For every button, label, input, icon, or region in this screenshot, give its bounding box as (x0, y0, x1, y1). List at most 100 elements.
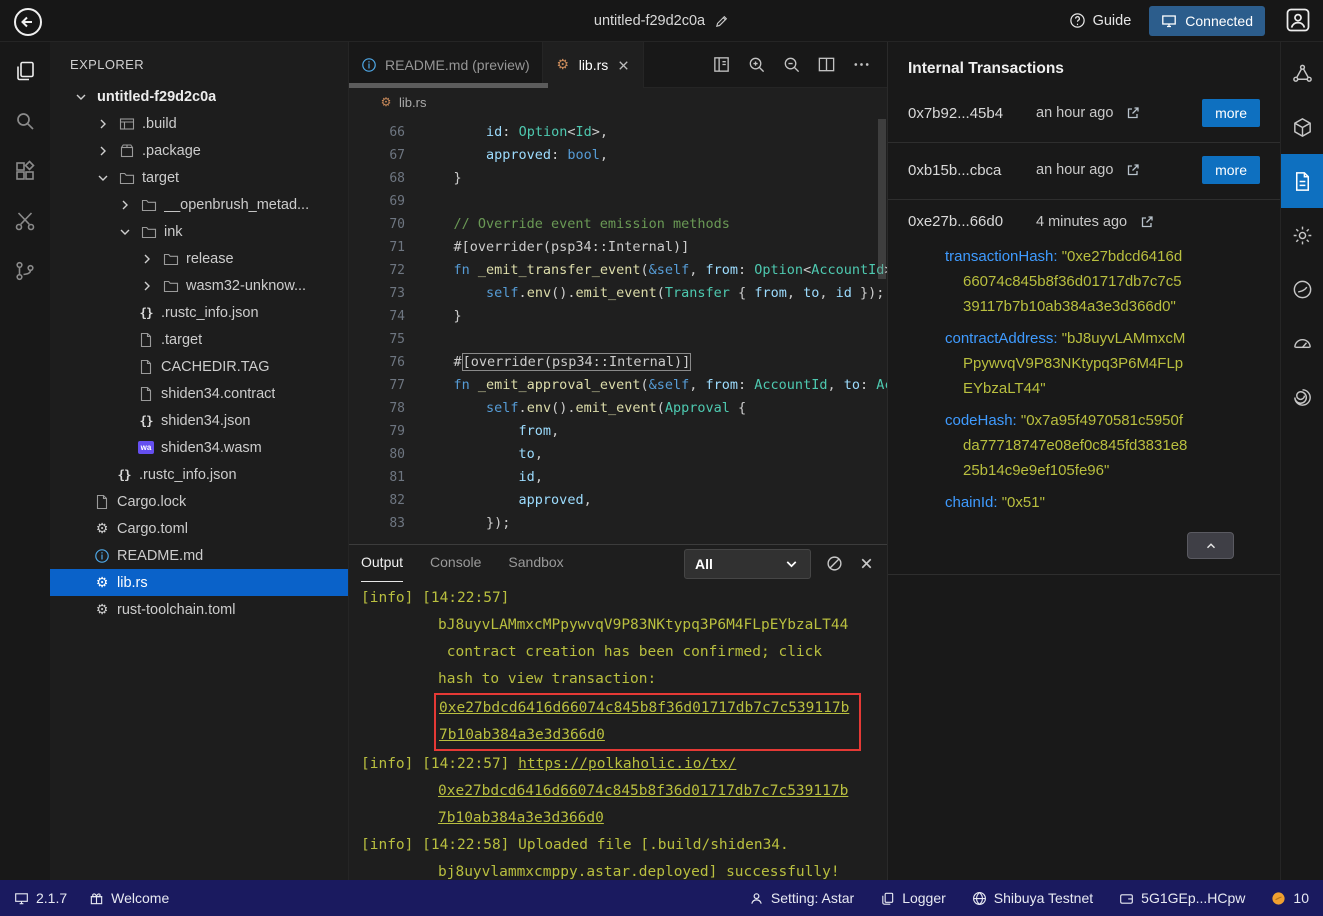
tree-item-.target[interactable]: .target (50, 326, 348, 353)
activity-settings[interactable] (1281, 208, 1323, 262)
code-line-69[interactable]: 69 (349, 190, 887, 213)
status-network[interactable]: Shibuya Testnet (972, 890, 1093, 906)
tree-item-target[interactable]: target (50, 164, 348, 191)
tree-item-.package[interactable]: .package (50, 137, 348, 164)
tree-item-rust-toolchain.toml[interactable]: ⚙rust-toolchain.toml (50, 596, 348, 623)
code-editor[interactable]: 66 id: Option<Id>,67 approved: bool,68 }… (349, 116, 887, 544)
tree-item--openbrush-metad...[interactable]: __openbrush_metad... (50, 191, 348, 218)
tree-item-.build[interactable]: .build (50, 110, 348, 137)
tree-item-shiden34.json[interactable]: {}shiden34.json (50, 407, 348, 434)
tree-item-README.md[interactable]: README.md (50, 542, 348, 569)
log-link[interactable]: 0xe27bdcd6416d66074c845b8f36d01717db7c7c… (439, 700, 849, 716)
panel-controls: All (684, 549, 875, 579)
tab-bar-scrollbar[interactable] (349, 83, 548, 88)
tree-item-Cargo.lock[interactable]: Cargo.lock (50, 488, 348, 515)
more-button[interactable]: more (1202, 156, 1260, 184)
code-line-74[interactable]: 74 } (349, 305, 887, 328)
transaction-hash[interactable]: 0xe27b...66d0 (908, 213, 1026, 230)
breadcrumb[interactable]: ⚙ lib.rs (349, 88, 887, 116)
log-link[interactable]: https://polkaholic.io/tx/ (518, 756, 736, 772)
code-line-72[interactable]: 72 fn _emit_transfer_event(&self, from: … (349, 259, 887, 282)
status-balance[interactable]: 10 (1271, 890, 1309, 906)
more-actions-icon[interactable] (852, 55, 871, 74)
tree-item-CACHEDIR.TAG[interactable]: CACHEDIR.TAG (50, 353, 348, 380)
code-line-77[interactable]: 77 fn _emit_approval_event(&self, from: … (349, 374, 887, 397)
zoom-out-icon[interactable] (782, 55, 801, 74)
zoom-in-icon[interactable] (747, 55, 766, 74)
code-line-66[interactable]: 66 id: Option<Id>, (349, 121, 887, 144)
split-editor-icon[interactable] (817, 55, 836, 74)
code-line-71[interactable]: 71 #[overrider(psp34::Internal)] (349, 236, 887, 259)
code-line-68[interactable]: 68 } (349, 167, 887, 190)
activity-extensions[interactable] (0, 146, 50, 196)
more-button[interactable]: more (1202, 99, 1260, 127)
transaction-hash[interactable]: 0x7b92...45b4 (908, 105, 1026, 122)
code-line-73[interactable]: 73 self.env().emit_event(Transfer { from… (349, 282, 887, 305)
clear-output-icon[interactable] (826, 555, 843, 572)
external-link-icon[interactable] (1125, 105, 1141, 121)
status-account-address[interactable]: 5G1GEp...HCpw (1119, 890, 1245, 906)
log-link[interactable]: 0xe27bdcd6416d66074c845b8f36d01717db7c7c… (438, 783, 848, 799)
collapse-details-button[interactable] (1187, 532, 1234, 559)
log-line: 7b10ab384a3e3d366d0 (361, 805, 887, 832)
code-line-80[interactable]: 80 to, (349, 443, 887, 466)
tree-item-shiden34.wasm[interactable]: washiden34.wasm (50, 434, 348, 461)
tree-item-shiden34.contract[interactable]: shiden34.contract (50, 380, 348, 407)
pencil-icon[interactable] (714, 14, 729, 29)
tab-README.md-preview-[interactable]: README.md (preview) (349, 42, 543, 88)
code-text: fn _emit_transfer_event(&self, from: Opt… (405, 259, 887, 282)
account-button[interactable] (1283, 6, 1313, 36)
activity-swirl[interactable] (1281, 370, 1323, 424)
activity-explorer[interactable] (0, 46, 50, 96)
code-line-81[interactable]: 81 id, (349, 466, 887, 489)
editor-scrollbar[interactable] (877, 116, 887, 544)
code-line-76[interactable]: 76 #[overrider(psp34::Internal)] (349, 351, 887, 374)
code-line-75[interactable]: 75 (349, 328, 887, 351)
external-link-icon[interactable] (1125, 162, 1141, 178)
panel-layout-icon[interactable] (712, 55, 731, 74)
panel-tab-console[interactable]: Console (430, 545, 481, 582)
code-line-70[interactable]: 70 // Override event emission methods (349, 213, 887, 236)
code-text: to, (405, 443, 543, 466)
output-filter-select[interactable]: All (684, 549, 811, 579)
monitor-icon (1161, 13, 1177, 29)
tree-item-untitled-f29d2c0a[interactable]: untitled-f29d2c0a (50, 83, 348, 110)
activity-gas-gauge[interactable] (1281, 316, 1323, 370)
status-logger[interactable]: Logger (880, 890, 946, 906)
tree-item-release[interactable]: release (50, 245, 348, 272)
activity-cube[interactable] (1281, 100, 1323, 154)
activity-search[interactable] (0, 96, 50, 146)
tree-item-.rustc-info.json[interactable]: {}.rustc_info.json (50, 299, 348, 326)
tree-item-Cargo.toml[interactable]: ⚙Cargo.toml (50, 515, 348, 542)
tree-item-ink[interactable]: ink (50, 218, 348, 245)
code-line-78[interactable]: 78 self.env().emit_event(Approval { (349, 397, 887, 420)
activity-contracts[interactable] (1281, 154, 1323, 208)
activity-astar[interactable] (1281, 46, 1323, 100)
code-line-79[interactable]: 79 from, (349, 420, 887, 443)
status-version[interactable]: 2.1.7 (14, 890, 67, 906)
tree-item-.rustc-info.json[interactable]: {}.rustc_info.json (50, 461, 348, 488)
close-tab-icon[interactable] (616, 58, 631, 73)
tree-item-wasm32-unknow...[interactable]: wasm32-unknow... (50, 272, 348, 299)
back-button[interactable] (10, 4, 44, 38)
activity-openbrush[interactable] (1281, 262, 1323, 316)
activity-source-control[interactable] (0, 246, 50, 296)
panel-tab-output[interactable]: Output (361, 545, 403, 582)
tab-lib.rs[interactable]: ⚙lib.rs (543, 42, 645, 88)
status-setting-astar[interactable]: Setting: Astar (749, 890, 854, 906)
tree-item-lib.rs[interactable]: ⚙lib.rs (50, 569, 348, 596)
connected-button[interactable]: Connected (1149, 6, 1265, 36)
activity-snippets[interactable] (0, 196, 50, 246)
code-line-83[interactable]: 83 }); (349, 512, 887, 535)
panel-tab-sandbox[interactable]: Sandbox (508, 545, 563, 582)
status-welcome[interactable]: Welcome (89, 890, 169, 906)
log-link[interactable]: 7b10ab384a3e3d366d0 (439, 727, 605, 743)
code-line-82[interactable]: 82 approved, (349, 489, 887, 512)
close-panel-icon[interactable] (858, 555, 875, 572)
transaction-hash[interactable]: 0xb15b...cbca (908, 162, 1026, 179)
external-link-icon[interactable] (1139, 214, 1155, 230)
tree-item-label: ink (164, 224, 183, 240)
guide-link[interactable]: Guide (1069, 12, 1132, 29)
code-line-67[interactable]: 67 approved: bool, (349, 144, 887, 167)
log-link[interactable]: 7b10ab384a3e3d366d0 (438, 810, 604, 826)
